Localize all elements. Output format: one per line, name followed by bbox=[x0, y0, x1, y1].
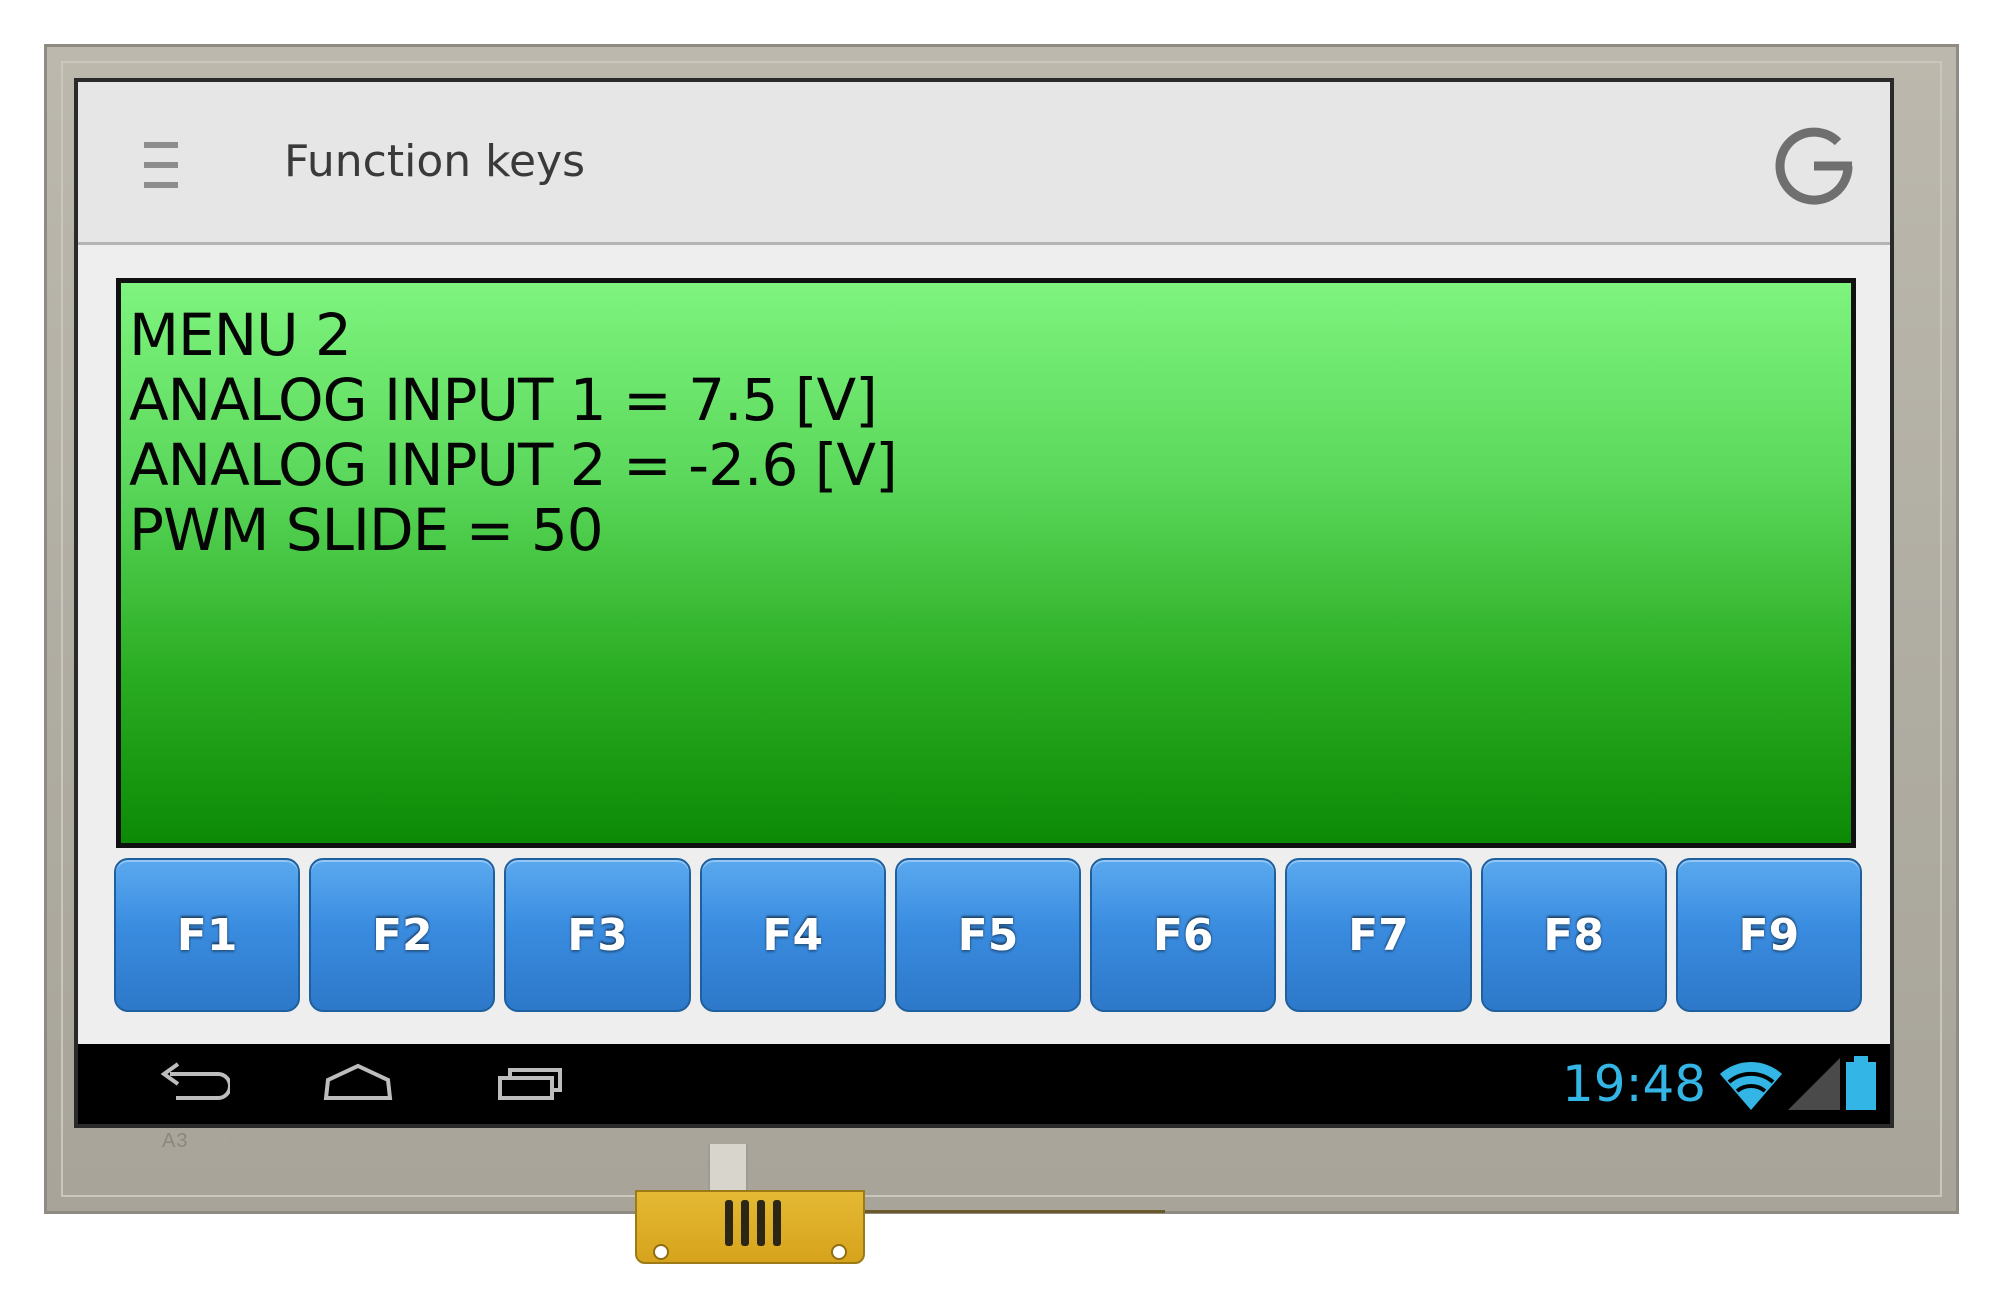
power-icon[interactable] bbox=[1768, 120, 1860, 212]
status-clock: 19:48 bbox=[1562, 1055, 1707, 1113]
f8-button[interactable]: F8 bbox=[1480, 858, 1667, 1012]
page-title: Function keys bbox=[284, 136, 586, 187]
wifi-icon bbox=[1718, 1054, 1784, 1116]
f6-label: F6 bbox=[1152, 909, 1214, 961]
f3-label: F3 bbox=[567, 909, 628, 961]
panel-print-part-number: AT-1511B A3 bbox=[206, 1130, 333, 1152]
cable-hole-left bbox=[653, 1244, 669, 1260]
panel-print-code: A3 AT-1511B A3 bbox=[162, 1130, 332, 1153]
display-line-pwm-slide: PWM SLIDE = 50 bbox=[129, 496, 604, 564]
cable-trace bbox=[725, 1200, 733, 1246]
cable-trace bbox=[741, 1200, 749, 1246]
cell-signal-icon bbox=[1786, 1054, 1842, 1116]
cable-trace bbox=[773, 1200, 781, 1246]
flex-cable-neck bbox=[708, 1144, 748, 1194]
flex-cable bbox=[635, 1190, 865, 1264]
home-icon[interactable] bbox=[318, 1058, 398, 1108]
battery-icon bbox=[1844, 1054, 1878, 1116]
menu-icon[interactable] bbox=[144, 142, 178, 188]
f2-label: F2 bbox=[371, 909, 433, 961]
display-line-analog-input-2: ANALOG INPUT 2 = -2.6 [V] bbox=[129, 431, 898, 499]
panel-print-code-a3: A3 bbox=[162, 1130, 189, 1152]
f4-button[interactable]: F4 bbox=[699, 858, 886, 1012]
f3-button[interactable]: F3 bbox=[504, 858, 691, 1012]
f5-button[interactable]: F5 bbox=[894, 858, 1082, 1012]
action-bar: Function keys bbox=[78, 82, 1890, 245]
f2-button[interactable]: F2 bbox=[309, 858, 496, 1012]
f9-button[interactable]: F9 bbox=[1675, 858, 1862, 1012]
lcd-screen: Function keys MENU 2 ANALOG INPUT 1 = 7.… bbox=[74, 78, 1894, 1128]
function-key-row: F1 F2 F3 F4 F5 F6 F7 F8 F9 bbox=[114, 858, 1862, 1012]
f8-label: F8 bbox=[1543, 909, 1604, 961]
cable-trace bbox=[757, 1200, 765, 1246]
f6-button[interactable]: F6 bbox=[1090, 858, 1277, 1012]
text-display: MENU 2 ANALOG INPUT 1 = 7.5 [V] ANALOG I… bbox=[116, 278, 1856, 848]
f9-label: F9 bbox=[1738, 909, 1800, 961]
system-nav-bar: 19:48 bbox=[78, 1044, 1890, 1124]
f1-button[interactable]: F1 bbox=[114, 858, 301, 1012]
f4-label: F4 bbox=[762, 909, 824, 961]
display-line-analog-input-1: ANALOG INPUT 1 = 7.5 [V] bbox=[129, 366, 878, 434]
display-line-menu: MENU 2 bbox=[129, 301, 352, 369]
f7-button[interactable]: F7 bbox=[1285, 858, 1472, 1012]
f7-label: F7 bbox=[1348, 909, 1409, 961]
recent-apps-icon[interactable] bbox=[490, 1058, 570, 1108]
cable-hole-right bbox=[831, 1244, 847, 1260]
f1-label: F1 bbox=[176, 909, 238, 961]
cable-wire bbox=[865, 1210, 1165, 1213]
back-icon[interactable] bbox=[150, 1058, 232, 1108]
f5-label: F5 bbox=[957, 909, 1019, 961]
